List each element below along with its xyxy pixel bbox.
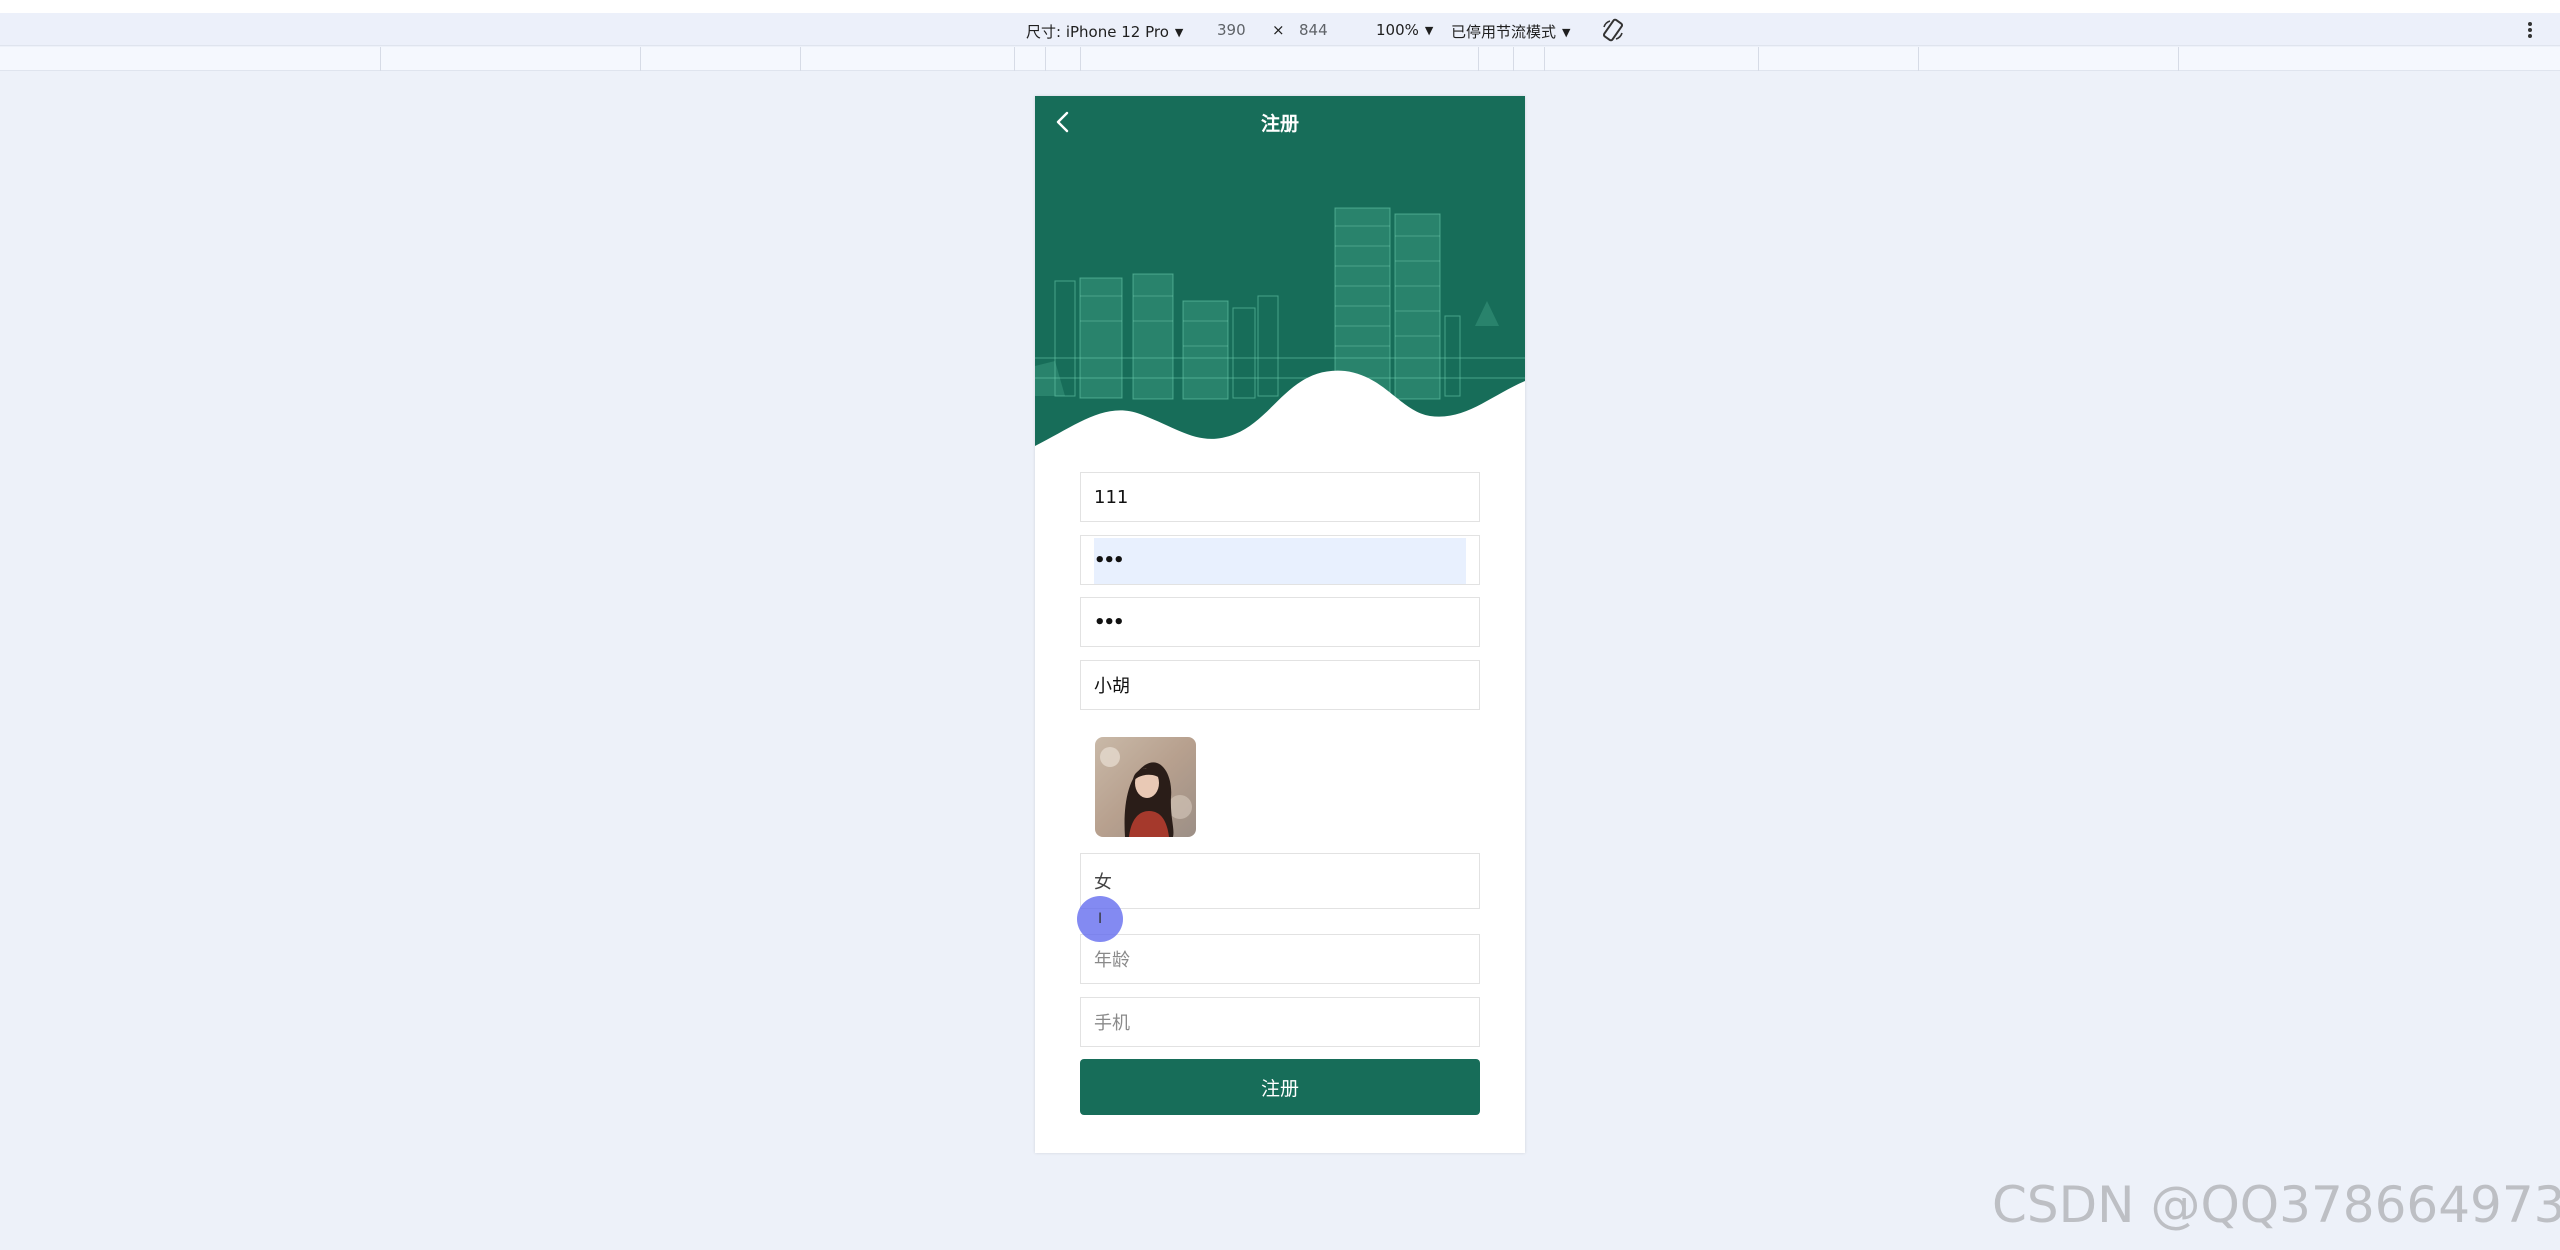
register-button[interactable]: 注册 — [1080, 1059, 1480, 1115]
username-input[interactable]: 111 — [1080, 472, 1480, 522]
device-selector[interactable]: 尺寸: iPhone 12 Pro ▼ — [1026, 21, 1183, 42]
city-skyline-illustration — [1035, 207, 1525, 446]
caret-down-icon: ▼ — [1562, 26, 1571, 39]
avatar-upload[interactable] — [1095, 737, 1196, 837]
height-input[interactable]: 844 — [1299, 21, 1328, 39]
caret-down-icon: ▼ — [1174, 26, 1184, 39]
throttle-selector[interactable]: 已停用节流模式 ▼ — [1451, 21, 1570, 42]
ruler-tick — [1544, 47, 1545, 71]
gender-value: 女 — [1094, 872, 1112, 893]
avatar-image — [1095, 737, 1196, 837]
width-input[interactable]: 390 — [1217, 21, 1246, 39]
more-options-icon[interactable] — [2525, 19, 2535, 41]
password-value: ••• — [1094, 549, 1124, 571]
ruler-tick — [800, 47, 801, 71]
ruler-tick — [1014, 47, 1015, 71]
confirm-password-input[interactable]: ••• — [1080, 597, 1480, 647]
times-sign: × — [1272, 21, 1285, 39]
ruler-tick — [380, 47, 381, 71]
ruler-tick — [1513, 47, 1514, 71]
confirm-password-value: ••• — [1094, 611, 1124, 633]
nickname-value: 小胡 — [1094, 676, 1130, 697]
phone-input[interactable]: 手机 — [1080, 997, 1480, 1047]
rotate-icon[interactable] — [1600, 17, 1626, 43]
zoom-label: 100% — [1376, 21, 1419, 39]
throttle-label: 已停用节流模式 — [1451, 23, 1557, 41]
ruler-tick — [1080, 47, 1081, 71]
phone-placeholder: 手机 — [1094, 1013, 1130, 1034]
top-strip — [0, 0, 2560, 13]
phone-viewport: 注册 111 ••• ••• 小胡 女 年龄 手机 注册 — [1035, 96, 1525, 1153]
ruler-tick — [2178, 47, 2179, 71]
autofill-highlight — [1094, 538, 1466, 584]
caret-down-icon: ▼ — [1424, 24, 1434, 37]
ruler-tick — [1045, 47, 1046, 71]
header-banner: 注册 — [1035, 96, 1525, 446]
nickname-input[interactable]: 小胡 — [1080, 660, 1480, 710]
ruler-tick — [640, 47, 641, 71]
age-placeholder: 年龄 — [1094, 950, 1130, 971]
password-input[interactable]: ••• — [1080, 535, 1480, 585]
devtools-device-toolbar: 尺寸: iPhone 12 Pro ▼ 390 × 844 100% ▼ 已停用节流… — [0, 13, 2560, 46]
username-value: 111 — [1094, 486, 1129, 508]
gender-select[interactable]: 女 — [1080, 853, 1480, 909]
age-input[interactable]: 年龄 — [1080, 934, 1480, 984]
device-label: 尺寸: iPhone 12 Pro — [1026, 23, 1169, 41]
text-cursor-icon: I — [1098, 911, 1103, 927]
watermark: CSDN @QQ3786649731 — [1992, 1176, 2560, 1234]
touch-emulation-cursor: I — [1077, 896, 1123, 942]
media-query-ruler — [0, 47, 2560, 71]
ruler-tick — [1478, 47, 1479, 71]
ruler-tick — [1758, 47, 1759, 71]
page-title: 注册 — [1260, 113, 1299, 135]
ruler-tick — [1918, 47, 1919, 71]
zoom-selector[interactable]: 100% ▼ — [1376, 21, 1433, 39]
